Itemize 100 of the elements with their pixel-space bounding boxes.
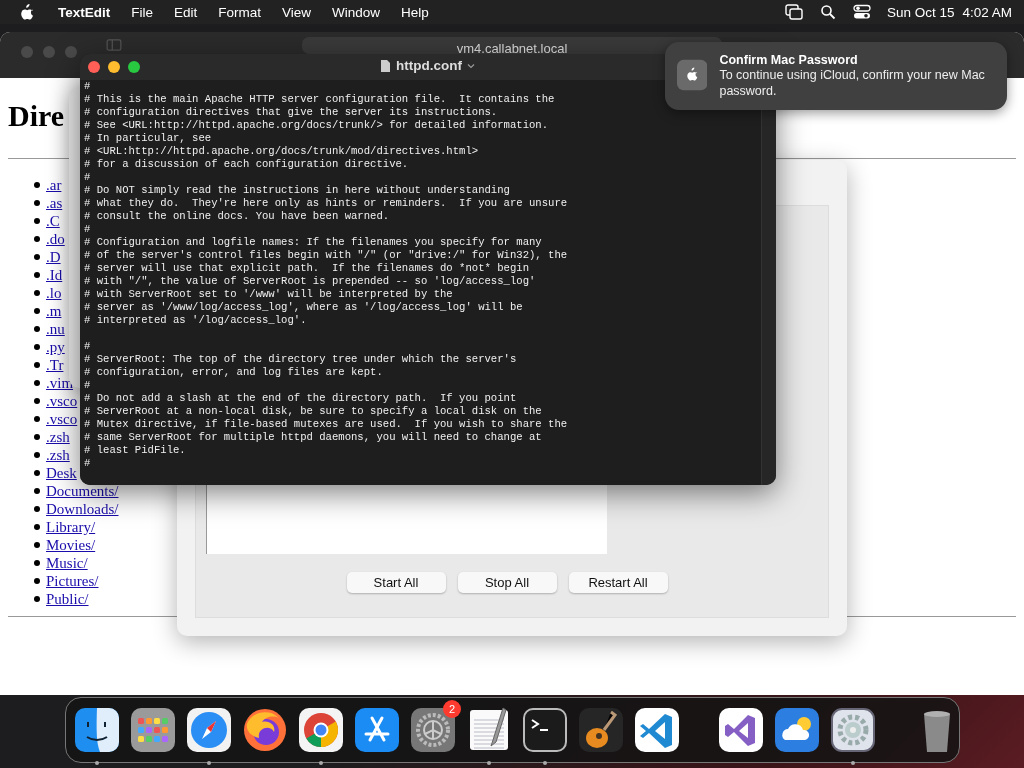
window-title[interactable]: httpd.conf (396, 58, 462, 73)
code-line: # of the server's control files begin with "/" (or "drive:/" for Win32), the (84, 249, 569, 262)
code-line: # (84, 340, 92, 353)
code-line: # <URL:http://httpd.apache.org/docs/trunk/mod/directives.html> (84, 145, 480, 158)
menu-item[interactable]: Window (332, 4, 381, 20)
code-line: # what they do. They're here only as hints or reminders. If you are unsure (84, 197, 569, 210)
directory-link[interactable]: Desk (46, 464, 77, 482)
bullet-icon (34, 236, 40, 242)
bullet-icon (34, 488, 40, 494)
code-line: # configuration, error, and log files are kept. (84, 366, 384, 379)
bullet-icon (34, 254, 40, 260)
bullet-icon (34, 272, 40, 278)
panel-button[interactable]: Restart All (568, 572, 668, 593)
bullet-icon (34, 344, 40, 350)
toggles-icon[interactable] (852, 4, 871, 20)
code-line: # server as '/www/log/access_log', where as '/log/access_log' will be (84, 301, 524, 314)
fox-globe-icon[interactable] (241, 706, 289, 754)
notification-badge: 2 (443, 700, 461, 718)
menu-bar-clock[interactable]: 4:02 AM (962, 4, 1012, 20)
code-line: # (84, 171, 92, 184)
directory-link[interactable]: Downloads/ (46, 500, 119, 518)
directory-link[interactable]: .do (46, 230, 65, 248)
face-app-icon[interactable] (73, 706, 121, 754)
search-icon[interactable] (818, 4, 837, 20)
notification-toast[interactable]: Confirm Mac Password To continue using iCloud, confirm your new Mac password. (665, 42, 1007, 110)
bullet-icon (34, 290, 40, 296)
panel-button[interactable]: Stop All (457, 572, 557, 593)
directory-link[interactable]: .Id (46, 266, 63, 284)
bullet-icon (34, 200, 40, 206)
directory-link[interactable]: Movies/ (46, 536, 96, 554)
menu-bar-date[interactable]: Sun Oct 15 (886, 4, 955, 20)
code-line: # ServerRoot at a non-local disk, be sure to specify a local disk on the (84, 405, 543, 418)
directory-link[interactable]: .nu (46, 320, 65, 338)
menu-item[interactable]: Help (401, 4, 429, 20)
directory-link[interactable]: .vsco (46, 392, 78, 410)
code-line: # In particular, see (84, 132, 213, 145)
menu-item[interactable]: View (282, 4, 312, 20)
directory-link[interactable]: .lo (46, 284, 62, 302)
bullet-icon (34, 398, 40, 404)
gear-icon[interactable] (409, 706, 457, 754)
code-line: # server will use that explicit path. If the filenames do *not* begin (84, 262, 530, 275)
guitar-icon[interactable] (577, 706, 625, 754)
directory-link[interactable]: .py (46, 338, 65, 356)
ring-app-icon[interactable] (297, 706, 345, 754)
strokes-app-icon[interactable] (353, 706, 401, 754)
code-line: # Do NOT simply read the instructions in here without understanding (84, 184, 511, 197)
compass-icon[interactable] (185, 706, 233, 754)
terminal-icon[interactable] (521, 706, 569, 754)
app-grid-icon[interactable] (129, 706, 177, 754)
directory-link[interactable]: Library/ (46, 518, 96, 536)
code-line: # This is the main Apache HTTP server configuration file. It contains the (84, 93, 556, 106)
bullet-icon (34, 542, 40, 548)
apple-logo-icon[interactable] (20, 4, 34, 20)
bullet-icon (34, 380, 40, 386)
bullet-icon (34, 362, 40, 368)
page-heading: Dire (8, 98, 65, 134)
directory-link[interactable]: Public/ (46, 590, 89, 608)
bullet-icon (34, 326, 40, 332)
code-line: # (84, 457, 92, 470)
directory-link[interactable]: Music/ (46, 554, 88, 572)
directory-link[interactable]: .zsh (46, 428, 70, 446)
code-line: # interpreted as '/log/access_log'. (84, 314, 308, 327)
code-line: # Mutex directive, if file-based mutexes are used. If you wish to share the (84, 418, 569, 431)
bullet-icon (34, 470, 40, 476)
bullet-icon (34, 560, 40, 566)
app-menu[interactable]: TextEdit (58, 4, 111, 20)
directory-link[interactable]: Documents/ (46, 482, 119, 500)
directory-link[interactable]: .ar (46, 176, 62, 194)
directory-link[interactable]: .C (46, 212, 60, 230)
cloud-sun-icon[interactable] (773, 706, 821, 754)
menu-item[interactable]: Edit (174, 4, 198, 20)
bullet-icon (34, 308, 40, 314)
directory-link[interactable]: .vsco (46, 410, 78, 428)
cog-app-icon[interactable] (829, 706, 877, 754)
menu-item[interactable]: File (131, 4, 154, 20)
directory-link[interactable]: Pictures/ (46, 572, 99, 590)
directory-link[interactable]: .zsh (46, 446, 70, 464)
document-icon (380, 58, 391, 73)
bullet-icon (34, 434, 40, 440)
bullet-icon (34, 524, 40, 530)
address-bar[interactable]: vm4.callabnet.local (302, 37, 722, 54)
screen-mirroring-icon[interactable] (784, 4, 803, 20)
directory-link[interactable]: .Tr (46, 356, 64, 374)
code-line: # for a discussion of each configuration directive. (84, 158, 410, 171)
panel-button[interactable]: Start All (346, 572, 446, 593)
ribbon-app-icon[interactable] (717, 706, 765, 754)
directory-link[interactable]: .as (46, 194, 63, 212)
bullet-icon (34, 452, 40, 458)
bullet-icon (34, 578, 40, 584)
bullet-icon (34, 182, 40, 188)
directory-link[interactable]: .m (46, 302, 62, 320)
code-line: # with "/", the value of ServerRoot is prepended -- so 'log/access_log' (84, 275, 537, 288)
code-line: # same ServerRoot for multiple httpd daemons, you will need to change at (84, 431, 543, 444)
code-line: # (84, 223, 92, 236)
directory-link[interactable]: .D (46, 248, 61, 266)
menu-item[interactable]: Format (218, 4, 262, 20)
window-controls-icon[interactable] (87, 60, 141, 74)
chevron-down-icon[interactable] (467, 62, 475, 69)
code-editor-icon[interactable] (633, 706, 681, 754)
bullet-icon (34, 596, 40, 602)
